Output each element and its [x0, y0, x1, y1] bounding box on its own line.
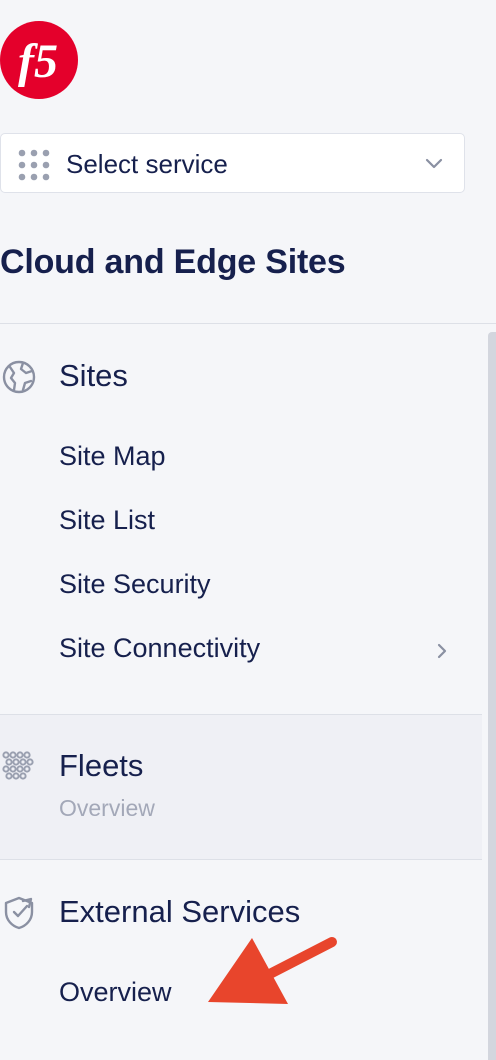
divider	[0, 323, 496, 324]
service-selector-label: Select service	[66, 149, 228, 179]
nav-group-fleets-subtitle: Overview	[59, 795, 155, 821]
f5-logo: f5	[0, 21, 78, 99]
apps-grid-icon	[18, 149, 50, 181]
section-title: Cloud and Edge Sites	[0, 243, 346, 281]
nav-group-fleets-panel[interactable]	[0, 715, 482, 859]
globe-icon	[2, 360, 36, 394]
divider	[0, 859, 482, 860]
nav-group-external-services[interactable]: External Services	[59, 894, 300, 930]
chevron-right-icon[interactable]	[433, 640, 451, 662]
shield-icon	[4, 896, 34, 930]
nav-item-site-map[interactable]: Site Map	[59, 441, 166, 472]
annotation-arrow	[208, 937, 337, 1004]
nav-group-sites[interactable]: Sites	[59, 358, 128, 394]
nav-group-fleets[interactable]: Fleets	[59, 748, 143, 784]
nav-item-site-connectivity[interactable]: Site Connectivity	[59, 633, 260, 664]
svg-text:f5: f5	[18, 35, 58, 88]
scrollbar[interactable]	[488, 332, 496, 1060]
nav-item-site-security[interactable]: Site Security	[59, 569, 211, 600]
chevron-down-icon	[425, 158, 443, 169]
nav-item-external-overview[interactable]: Overview	[59, 977, 172, 1008]
nav-item-site-list[interactable]: Site List	[59, 505, 155, 536]
fleet-icon	[2, 751, 34, 780]
service-selector[interactable]: Select service	[0, 133, 465, 193]
